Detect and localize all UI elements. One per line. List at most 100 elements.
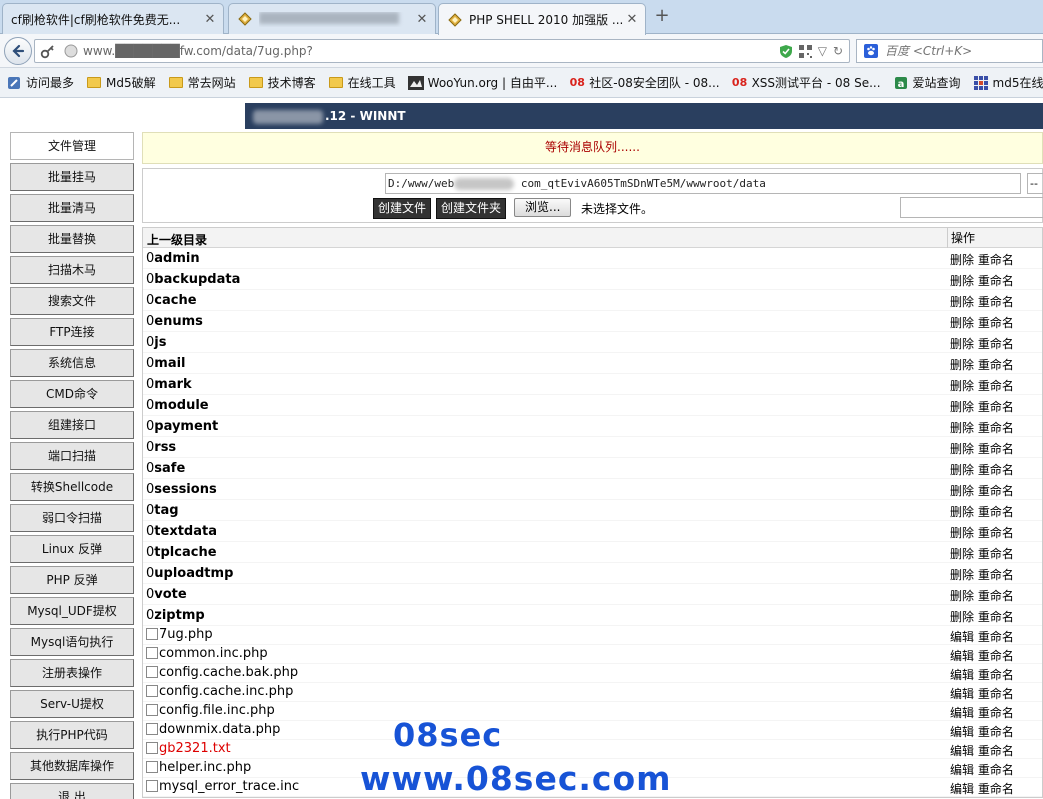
rename-link[interactable]: 重命名 — [978, 379, 1014, 393]
sidebar-item-search-files[interactable]: 搜索文件 — [10, 287, 134, 315]
bookmark-aizhan[interactable]: a 爱站查询 — [893, 74, 961, 91]
delete-link[interactable]: 删除 — [950, 379, 974, 393]
file-link[interactable]: mysql_error_trace.inc — [159, 779, 299, 794]
sidebar-item-weak-password[interactable]: 弱口令扫描 — [10, 504, 134, 532]
qr-code-icon[interactable] — [798, 44, 812, 58]
parent-directory-link[interactable]: 上一级目录 — [147, 231, 207, 248]
directory-link[interactable]: 0cache — [146, 293, 197, 308]
rename-link[interactable]: 重命名 — [978, 274, 1014, 288]
sidebar-item-servu[interactable]: Serv-U提权 — [10, 690, 134, 718]
sidebar-item-components[interactable]: 组建接口 — [10, 411, 134, 439]
rename-link[interactable]: 重命名 — [978, 463, 1014, 477]
file-link[interactable]: common.inc.php — [159, 646, 268, 661]
rename-link[interactable]: 重命名 — [978, 589, 1014, 603]
sidebar-item-file-manager[interactable]: 文件管理 — [10, 132, 134, 160]
close-tab-icon[interactable]: ✕ — [623, 12, 641, 27]
file-checkbox[interactable] — [146, 685, 158, 697]
create-file-button[interactable]: 创建文件 — [373, 198, 432, 219]
sidebar-item-system-info[interactable]: 系统信息 — [10, 349, 134, 377]
directory-link[interactable]: 0backupdata — [146, 272, 240, 287]
file-link[interactable]: config.cache.inc.php — [159, 684, 293, 699]
bookmark-folder-tech-blogs[interactable]: 技术博客 — [248, 74, 316, 91]
directory-link[interactable]: 0module — [146, 398, 209, 413]
sidebar-item-batch-clean[interactable]: 批量清马 — [10, 194, 134, 222]
directory-link[interactable]: 0textdata — [146, 524, 217, 539]
edit-link[interactable]: 编辑 — [950, 763, 974, 777]
rename-link[interactable]: 重命名 — [978, 668, 1014, 682]
sidebar-item-logout[interactable]: 退 出 — [10, 783, 134, 799]
directory-link[interactable]: 0admin — [146, 251, 200, 266]
file-checkbox[interactable] — [146, 647, 158, 659]
directory-link[interactable]: 0mail — [146, 356, 186, 371]
sidebar-item-port-scan[interactable]: 端口扫描 — [10, 442, 134, 470]
rename-link[interactable]: 重命名 — [978, 337, 1014, 351]
edit-link[interactable]: 编辑 — [950, 782, 974, 796]
delete-link[interactable]: 删除 — [950, 526, 974, 540]
delete-link[interactable]: 删除 — [950, 610, 974, 624]
file-link[interactable]: gb2321.txt — [159, 741, 231, 756]
delete-link[interactable]: 删除 — [950, 505, 974, 519]
rename-link[interactable]: 重命名 — [978, 744, 1014, 758]
delete-link[interactable]: 删除 — [950, 337, 974, 351]
dropdown-arrow-icon[interactable]: ▽ — [818, 44, 827, 58]
rename-link[interactable]: 重命名 — [978, 725, 1014, 739]
delete-link[interactable]: 删除 — [950, 274, 974, 288]
sidebar-item-linux-reverse[interactable]: Linux 反弹 — [10, 535, 134, 563]
upload-name-input[interactable] — [900, 197, 1043, 218]
file-checkbox[interactable] — [146, 704, 158, 716]
rename-link[interactable]: 重命名 — [978, 610, 1014, 624]
delete-link[interactable]: 删除 — [950, 295, 974, 309]
delete-link[interactable]: 删除 — [950, 253, 974, 267]
bookmark-most-visited[interactable]: 访问最多 — [6, 74, 74, 91]
file-checkbox[interactable] — [146, 723, 158, 735]
path-go-button[interactable]: -- — [1027, 173, 1043, 194]
tab-php-shell[interactable]: PHP SHELL 2010 加强版 ... ✕ — [438, 3, 646, 35]
address-bar[interactable]: www.███████fw.com/data/7ug.php? ▽ ↻ — [34, 39, 850, 63]
directory-link[interactable]: 0enums — [146, 314, 203, 329]
rename-link[interactable]: 重命名 — [978, 505, 1014, 519]
file-link[interactable]: config.file.inc.php — [159, 703, 275, 718]
delete-link[interactable]: 删除 — [950, 316, 974, 330]
rename-link[interactable]: 重命名 — [978, 358, 1014, 372]
directory-link[interactable]: 0ziptmp — [146, 608, 205, 623]
edit-link[interactable]: 编辑 — [950, 630, 974, 644]
search-bar[interactable] — [856, 39, 1043, 63]
rename-link[interactable]: 重命名 — [978, 568, 1014, 582]
sidebar-item-scan-trojan[interactable]: 扫描木马 — [10, 256, 134, 284]
back-button[interactable] — [4, 37, 32, 65]
tab-redacted[interactable]: ✕ — [228, 3, 436, 34]
file-checkbox[interactable] — [146, 780, 158, 792]
delete-link[interactable]: 删除 — [950, 484, 974, 498]
delete-link[interactable]: 删除 — [950, 442, 974, 456]
sidebar-item-other-db[interactable]: 其他数据库操作 — [10, 752, 134, 780]
bookmark-wooyun[interactable]: WooYun.org | 自由平... — [407, 74, 557, 91]
edit-link[interactable]: 编辑 — [950, 725, 974, 739]
directory-link[interactable]: 0payment — [146, 419, 218, 434]
file-link[interactable]: helper.inc.php — [159, 760, 251, 775]
edit-link[interactable]: 编辑 — [950, 687, 974, 701]
search-input[interactable] — [885, 44, 1035, 58]
sidebar-item-mysql-query[interactable]: Mysql语句执行 — [10, 628, 134, 656]
bookmark-08sec-community[interactable]: 08 社区-08安全团队 - 08... — [569, 74, 720, 91]
directory-link[interactable]: 0js — [146, 335, 166, 350]
directory-link[interactable]: 0tplcache — [146, 545, 217, 560]
edit-link[interactable]: 编辑 — [950, 668, 974, 682]
rename-link[interactable]: 重命名 — [978, 630, 1014, 644]
directory-link[interactable]: 0mark — [146, 377, 192, 392]
file-checkbox[interactable] — [146, 666, 158, 678]
close-tab-icon[interactable]: ✕ — [413, 12, 431, 27]
create-folder-button[interactable]: 创建文件夹 — [436, 198, 507, 219]
sidebar-item-mysql-udf[interactable]: Mysql_UDF提权 — [10, 597, 134, 625]
bookmark-folder-online-tools[interactable]: 在线工具 — [328, 74, 396, 91]
bookmark-md5-lookup[interactable]: md5在线查询破解 — [973, 74, 1043, 91]
sidebar-item-exec-php[interactable]: 执行PHP代码 — [10, 721, 134, 749]
directory-link[interactable]: 0vote — [146, 587, 187, 602]
directory-link[interactable]: 0sessions — [146, 482, 217, 497]
rename-link[interactable]: 重命名 — [978, 687, 1014, 701]
delete-link[interactable]: 删除 — [950, 463, 974, 477]
rename-link[interactable]: 重命名 — [978, 782, 1014, 796]
bookmark-xss-platform[interactable]: 08 XSS测试平台 - 08 Se... — [732, 74, 881, 91]
tab-cf[interactable]: cf刷枪软件|cf刷枪软件免费无... ✕ — [2, 3, 224, 34]
rename-link[interactable]: 重命名 — [978, 649, 1014, 663]
shield-icon[interactable] — [779, 44, 793, 59]
